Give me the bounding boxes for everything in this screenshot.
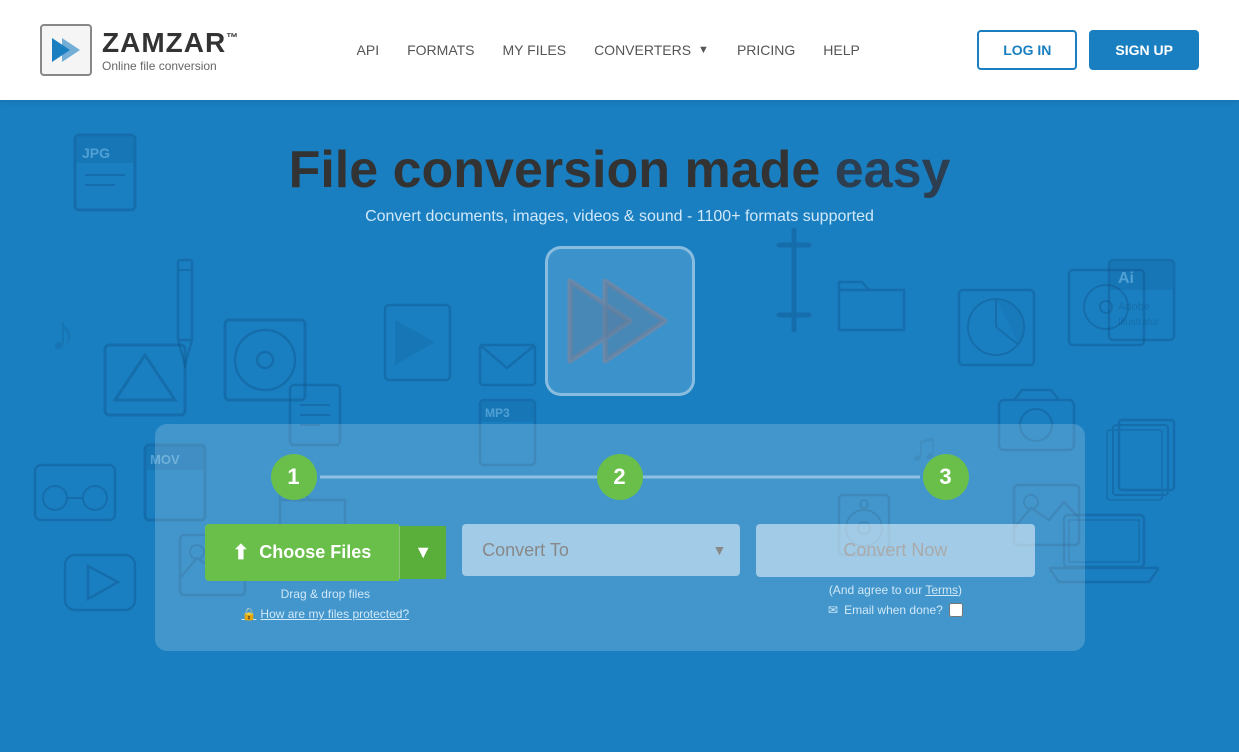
lock-icon: 🔒 — [241, 607, 256, 621]
nav-converters[interactable]: CONVERTERS ▼ — [594, 42, 709, 58]
chart-icon — [954, 285, 1039, 370]
steps-indicator: 1 2 3 — [205, 454, 1035, 500]
email-label: Email when done? — [844, 603, 943, 617]
choose-files-button[interactable]: ⬆ Choose Files ▼ — [205, 524, 447, 581]
chevron-down-icon: ▼ — [698, 44, 709, 56]
logo-sub: Online file conversion — [102, 59, 239, 73]
hero-subtitle: Convert documents, images, videos & soun… — [289, 208, 951, 226]
form-controls: ⬆ Choose Files ▼ Drag & drop files 🔒 How… — [205, 524, 1035, 621]
upload-icon: ⬆ — [233, 540, 250, 565]
envelope-icon — [475, 340, 540, 390]
arrow-icon — [380, 300, 455, 385]
step-3-circle: 3 — [923, 454, 969, 500]
choose-files-wrapper: ⬆ Choose Files ▼ Drag & drop files 🔒 How… — [205, 524, 447, 621]
nav-buttons: LOG IN SIGN UP — [977, 30, 1199, 70]
film-icon — [1064, 265, 1149, 350]
nav-help[interactable]: HELP — [823, 42, 860, 58]
hero-section: JPG ♪ — [0, 100, 1239, 752]
nav-pricing[interactable]: PRICING — [737, 42, 795, 58]
terms-link[interactable]: Terms — [925, 583, 958, 597]
cassette-icon — [30, 460, 120, 525]
nav-api[interactable]: API — [357, 42, 380, 58]
pencil-icon — [170, 250, 200, 375]
svg-text:Ai: Ai — [1118, 270, 1134, 287]
step-2-circle: 2 — [597, 454, 643, 500]
nav-formats[interactable]: FORMATS — [407, 42, 474, 58]
email-row: ✉ Email when done? — [828, 603, 963, 617]
hero-title-bold: easy — [835, 141, 951, 199]
triangle-icon — [100, 340, 190, 420]
svg-text:JPG: JPG — [82, 145, 110, 161]
logo-icon — [40, 24, 92, 76]
wrench-icon — [769, 220, 819, 345]
convert-to-select[interactable]: Convert To — [462, 524, 740, 576]
hero-title-normal: File conversion made — [289, 141, 835, 199]
video-play-icon — [60, 550, 140, 615]
drag-drop-text: Drag & drop files — [281, 587, 370, 601]
convert-now-wrapper: Convert Now (And agree to our Terms) ✉ E… — [756, 524, 1034, 617]
choose-files-main-button[interactable]: ⬆ Choose Files — [205, 524, 400, 581]
stack-files-icon — [1104, 415, 1184, 505]
chevron-down-icon: ▼ — [414, 542, 432, 562]
jpg-icon: JPG — [70, 130, 150, 220]
navbar: ZAMZAR™ Online file conversion API FORMA… — [0, 0, 1239, 100]
convert-to-select-wrapper: Convert To ▼ — [462, 524, 740, 576]
logo-text: ZAMZAR™ Online file conversion — [102, 27, 239, 73]
ai-icon: Ai Adobe Illustrator — [1104, 255, 1184, 345]
logo-name: ZAMZAR™ — [102, 27, 239, 59]
email-checkbox[interactable] — [949, 603, 963, 617]
choose-files-dropdown-button[interactable]: ▼ — [399, 526, 446, 579]
svg-text:Illustrator: Illustrator — [1118, 317, 1160, 328]
folder-icon — [834, 270, 909, 335]
disc-icon — [220, 315, 310, 405]
protection-link[interactable]: 🔒 How are my files protected? — [241, 607, 409, 621]
convert-to-wrapper: Convert To ▼ — [462, 524, 740, 576]
convert-now-button[interactable]: Convert Now — [756, 524, 1034, 577]
nav-links: API FORMATS MY FILES CONVERTERS ▼ PRICIN… — [357, 42, 860, 58]
music-note-icon: ♪ — [50, 300, 100, 365]
svg-text:♪: ♪ — [50, 305, 75, 360]
hero-title: File conversion made easy Convert docume… — [289, 140, 951, 226]
conversion-box: 1 2 3 ⬆ Choose Files ▼ Drag & drop fil — [155, 424, 1085, 651]
nav-myfiles[interactable]: MY FILES — [503, 42, 567, 58]
login-button[interactable]: LOG IN — [977, 30, 1077, 70]
email-icon: ✉ — [828, 603, 838, 617]
logo-area: ZAMZAR™ Online file conversion — [40, 24, 239, 76]
hero-play-icon — [545, 246, 695, 396]
agree-text: (And agree to our Terms) — [829, 583, 962, 597]
svg-text:MP3: MP3 — [485, 406, 510, 420]
step-1-circle: 1 — [271, 454, 317, 500]
svg-text:Adobe: Adobe — [1118, 301, 1150, 313]
signup-button[interactable]: SIGN UP — [1089, 30, 1199, 70]
